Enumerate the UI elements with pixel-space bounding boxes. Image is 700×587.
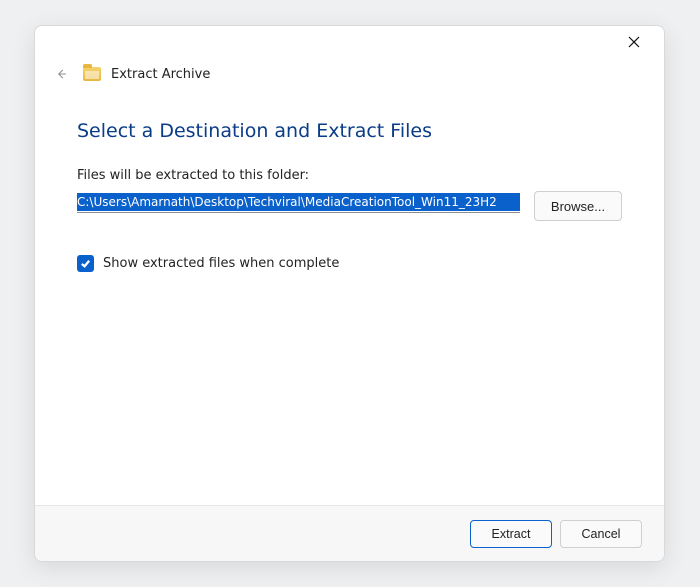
dialog-content: Select a Destination and Extract Files F… bbox=[35, 90, 664, 505]
titlebar bbox=[35, 26, 664, 58]
arrow-left-icon bbox=[55, 66, 67, 82]
path-input-wrap bbox=[77, 191, 520, 213]
archive-folder-icon bbox=[83, 67, 101, 81]
cancel-button[interactable]: Cancel bbox=[560, 520, 642, 548]
extract-button[interactable]: Extract bbox=[470, 520, 552, 548]
path-row: Browse... bbox=[77, 191, 622, 221]
back-button[interactable] bbox=[49, 62, 73, 86]
checkmark-icon bbox=[80, 258, 91, 269]
header-row: Extract Archive bbox=[35, 58, 664, 90]
show-files-checkbox-row[interactable]: Show extracted files when complete bbox=[77, 255, 622, 272]
extract-archive-dialog: Extract Archive Select a Destination and… bbox=[34, 25, 665, 562]
browse-button[interactable]: Browse... bbox=[534, 191, 622, 221]
destination-path-input[interactable] bbox=[77, 193, 520, 211]
page-heading: Select a Destination and Extract Files bbox=[77, 120, 622, 142]
show-files-checkbox[interactable] bbox=[77, 255, 94, 272]
close-icon bbox=[628, 36, 640, 48]
close-button[interactable] bbox=[614, 28, 654, 56]
dialog-footer: Extract Cancel bbox=[35, 505, 664, 561]
dialog-title: Extract Archive bbox=[111, 67, 210, 82]
show-files-checkbox-label: Show extracted files when complete bbox=[103, 256, 339, 271]
folder-label: Files will be extracted to this folder: bbox=[77, 168, 622, 183]
